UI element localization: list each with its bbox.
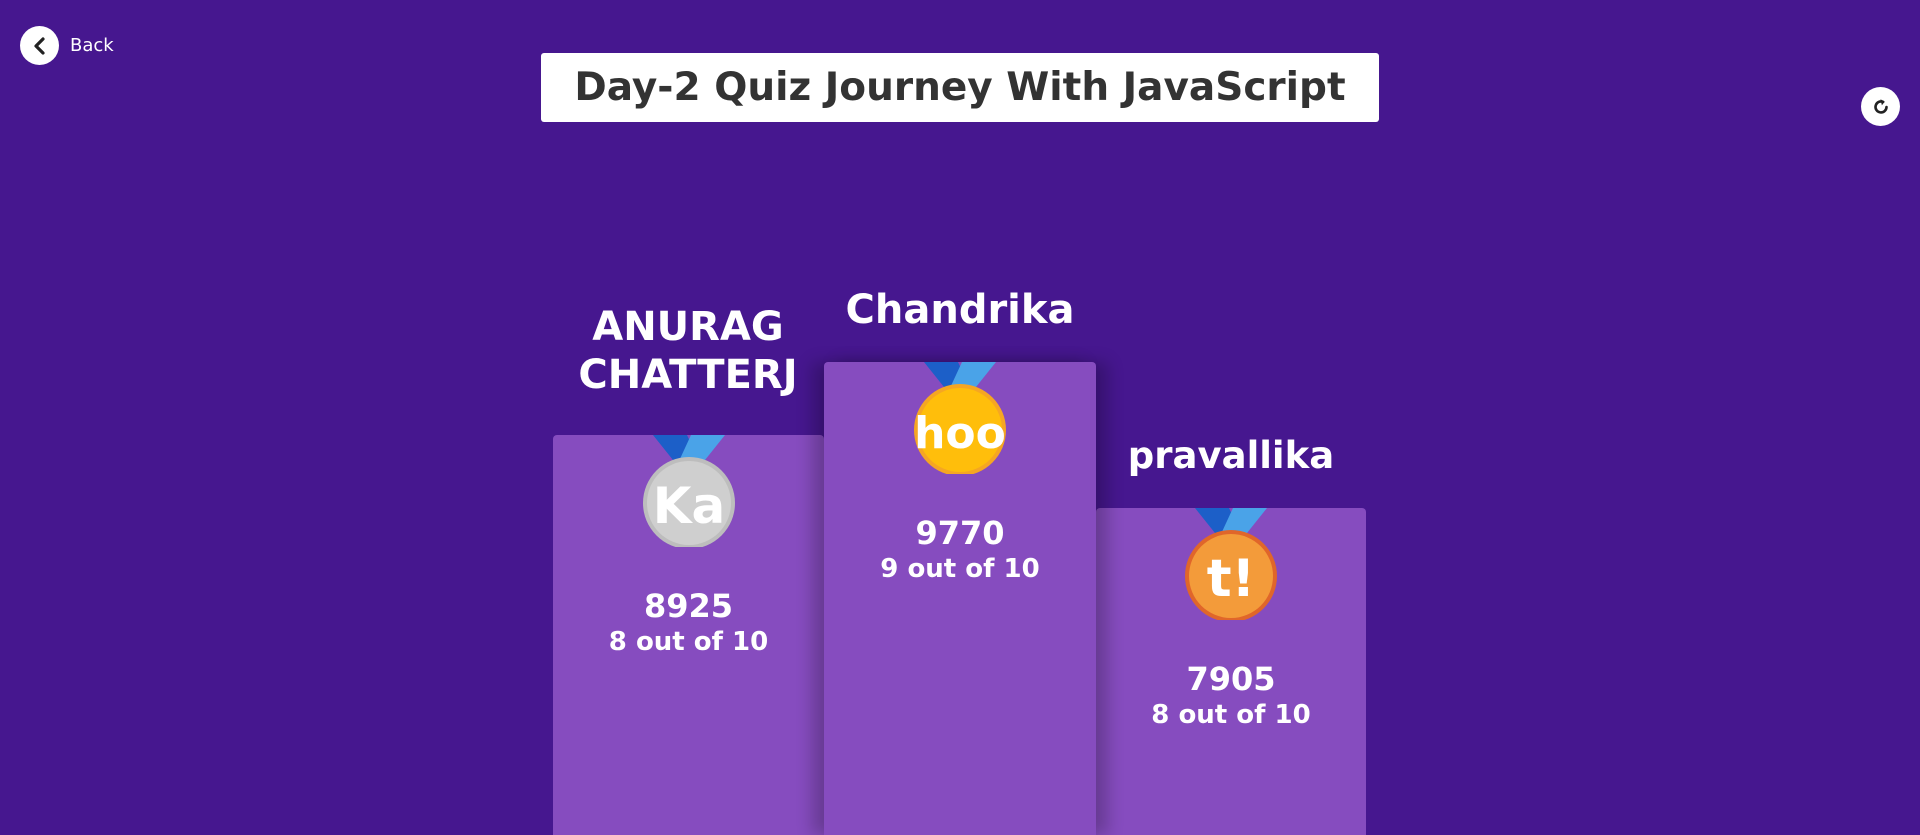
medal-letters-third: t! — [1207, 549, 1256, 609]
bronze-medal-icon: t! — [1185, 508, 1277, 620]
silver-medal-icon: Ka — [642, 435, 735, 547]
quiz-title-box: Day-2 Quiz Journey With JavaScript — [541, 53, 1379, 122]
score-third: 7905 — [1186, 660, 1276, 698]
podium-third: t! 7905 8 out of 10 — [1096, 508, 1366, 835]
correct-count-second: 8 out of 10 — [608, 627, 769, 657]
back-label[interactable]: Back — [70, 35, 114, 56]
podium-second: Ka 8925 8 out of 10 — [553, 435, 824, 835]
refresh-button[interactable] — [1861, 87, 1900, 126]
back-button[interactable]: Back — [20, 26, 114, 65]
podium-screen: Back Day-2 Quiz Journey With JavaScript … — [0, 0, 1920, 835]
player-name-second: ANURAG CHATTERJ — [578, 304, 798, 398]
player-name-third: pravallika — [1127, 434, 1335, 477]
page-title: Day-2 Quiz Journey With JavaScript — [574, 65, 1346, 110]
podium-first: hoo 9770 9 out of 10 — [824, 362, 1096, 835]
chevron-left-icon[interactable] — [20, 26, 59, 65]
score-first: 9770 — [915, 514, 1005, 552]
correct-count-third: 8 out of 10 — [1151, 700, 1311, 730]
medal-letters-second: Ka — [652, 477, 725, 535]
gold-medal-icon: hoo — [914, 362, 1006, 474]
refresh-icon — [1873, 98, 1888, 114]
score-second: 8925 — [643, 587, 734, 625]
correct-count-first: 9 out of 10 — [880, 554, 1040, 584]
medal-letters-first: hoo — [914, 408, 1006, 459]
player-name-first: Chandrika — [845, 287, 1075, 333]
